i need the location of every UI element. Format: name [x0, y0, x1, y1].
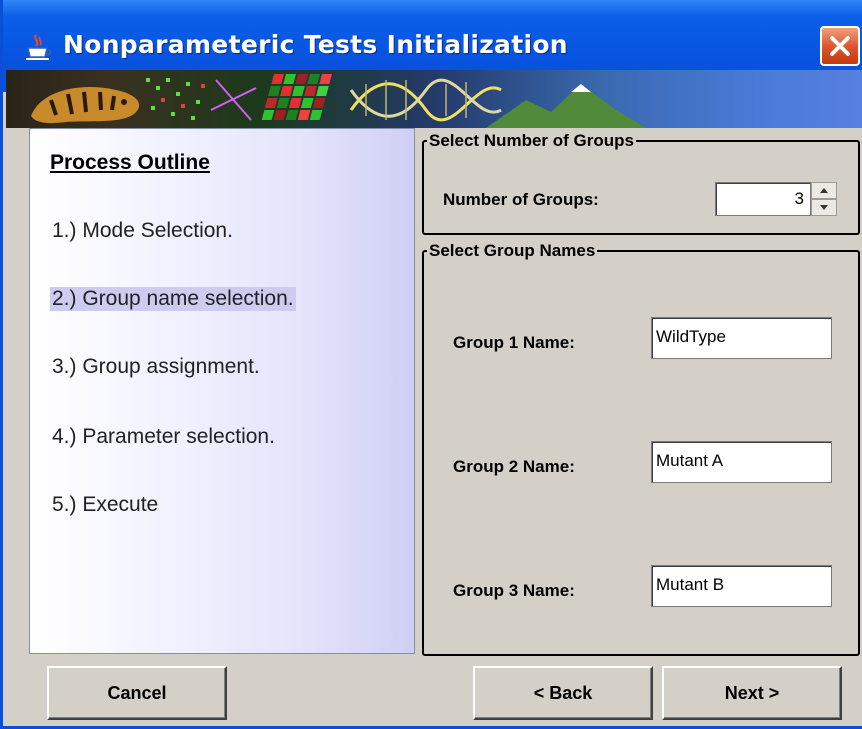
next-button[interactable]: Next >: [662, 666, 842, 720]
group-1-name-field[interactable]: WildType: [651, 317, 832, 359]
step-group-name-selection: 2.) Group name selection.: [50, 287, 296, 311]
spinner-up-button[interactable]: [811, 182, 837, 199]
number-of-groups-spinner[interactable]: 3: [715, 182, 811, 216]
group-3-name-label: Group 3 Name:: [453, 581, 575, 600]
group-names-legend: Select Group Names: [429, 241, 596, 260]
cancel-button[interactable]: Cancel: [47, 666, 227, 720]
group-1-name-label: Group 1 Name:: [453, 333, 575, 352]
number-of-groups-legend: Select Number of Groups: [429, 131, 634, 150]
dialog-window: Nonparameteric Tests Initialization Proc…: [0, 0, 862, 729]
group-2-name-label: Group 2 Name:: [453, 457, 575, 476]
step-parameter-selection: 4.) Parameter selection.: [52, 425, 275, 448]
close-button[interactable]: [820, 26, 860, 66]
process-outline-panel: Process Outline 1.) Mode Selection. 2.) …: [29, 128, 415, 654]
java-cup-icon: [23, 32, 53, 62]
step-execute: 5.) Execute: [52, 493, 159, 516]
spinner-down-button[interactable]: [811, 199, 837, 216]
group-2-name-field[interactable]: Mutant A: [651, 441, 832, 483]
back-button[interactable]: < Back: [473, 666, 653, 720]
group-3-name-field[interactable]: Mutant B: [651, 565, 832, 607]
step-mode-selection: 1.) Mode Selection.: [52, 219, 233, 242]
window-title: Nonparameteric Tests Initialization: [63, 30, 568, 59]
number-of-groups-label: Number of Groups:: [443, 190, 599, 209]
process-outline-heading: Process Outline: [50, 151, 210, 174]
step-group-assignment: 3.) Group assignment.: [52, 355, 260, 378]
banner-image: [6, 70, 862, 128]
